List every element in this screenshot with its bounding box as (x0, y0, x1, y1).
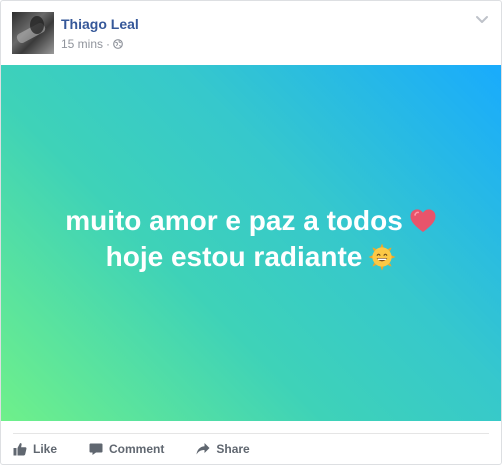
timestamp[interactable]: 15 mins (61, 37, 103, 51)
thumbs-up-icon (13, 443, 27, 456)
share-button[interactable]: Share (196, 434, 250, 464)
post-actions: Like Comment Share (13, 434, 282, 464)
post-header: Thiago Leal 15 mins · (1, 1, 501, 65)
author-name[interactable]: Thiago Leal (61, 16, 139, 32)
like-button[interactable]: Like (13, 434, 57, 464)
post-background: muito amor e paz a todos hoje estou radi… (1, 65, 501, 421)
meta-separator: · (106, 37, 111, 51)
avatar[interactable] (12, 12, 54, 54)
comment-label: Comment (109, 442, 165, 456)
post-meta: 15 mins · (61, 37, 123, 51)
post-card: Thiago Leal 15 mins · muito amor e paz a… (0, 0, 502, 465)
like-label: Like (33, 442, 58, 456)
heart-emoji (410, 209, 436, 232)
post-text: muito amor e paz a todos hoje estou radi… (65, 203, 437, 275)
post-text-line: hoje estou radiante (65, 239, 437, 275)
share-label: Share (216, 442, 250, 456)
globe-icon[interactable] (113, 39, 123, 49)
post-text-line: muito amor e paz a todos (65, 203, 437, 239)
grinning-sun-emoji (368, 243, 396, 271)
post-text-content: muito amor e paz a todos (65, 205, 403, 236)
post-text-content: hoje estou radiante (105, 241, 363, 272)
share-icon (196, 443, 210, 455)
comment-button[interactable]: Comment (89, 434, 164, 464)
comment-icon (89, 443, 103, 455)
chevron-down-icon[interactable] (475, 15, 489, 25)
avatar-photo-detail (30, 16, 44, 34)
